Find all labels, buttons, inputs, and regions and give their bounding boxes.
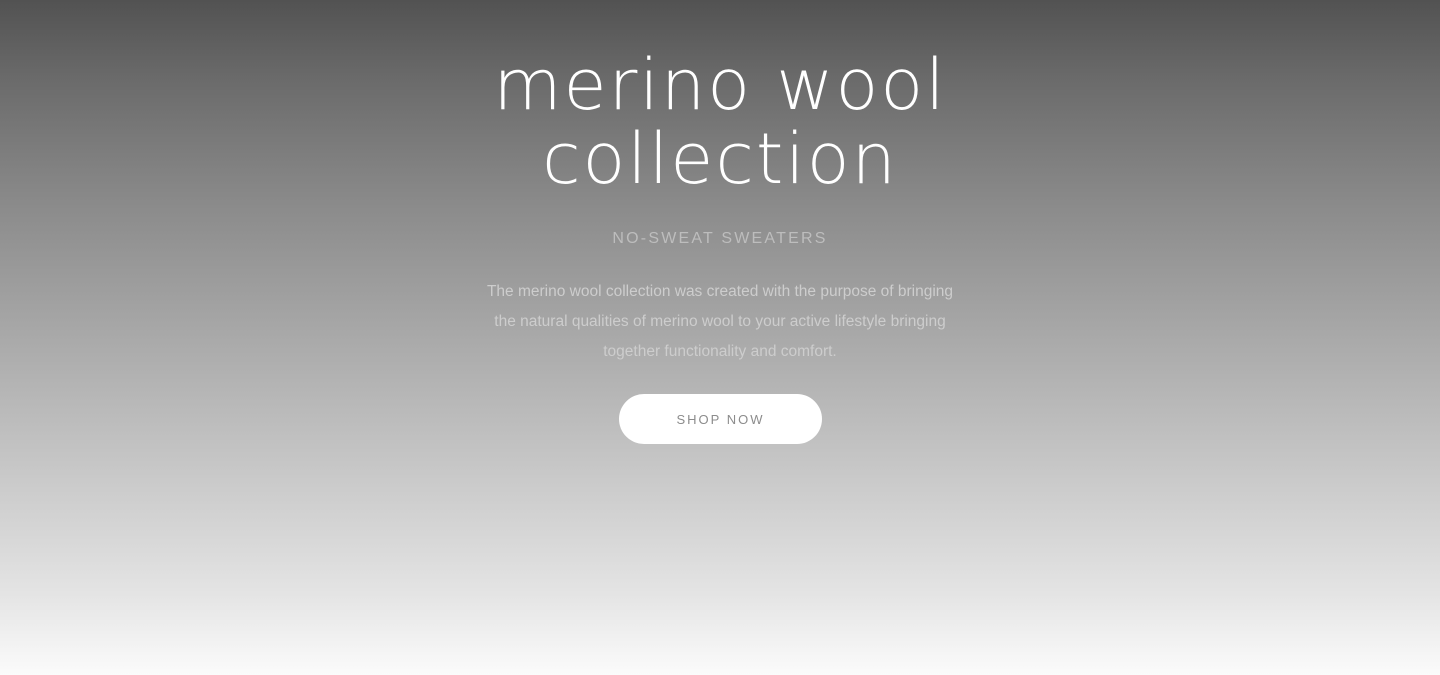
hero-title: merino wool collection bbox=[0, 48, 1440, 196]
hero-title-line-1: merino wool bbox=[493, 44, 947, 126]
hero-section: merino wool collection NO-SWEAT SWEATERS… bbox=[0, 0, 1440, 675]
hero-description: The merino wool collection was created w… bbox=[486, 283, 954, 360]
shop-now-button[interactable]: SHOP NOW bbox=[619, 394, 822, 444]
hero-subtitle: NO-SWEAT SWEATERS bbox=[612, 230, 828, 247]
hero-title-line-2: collection bbox=[542, 118, 898, 200]
